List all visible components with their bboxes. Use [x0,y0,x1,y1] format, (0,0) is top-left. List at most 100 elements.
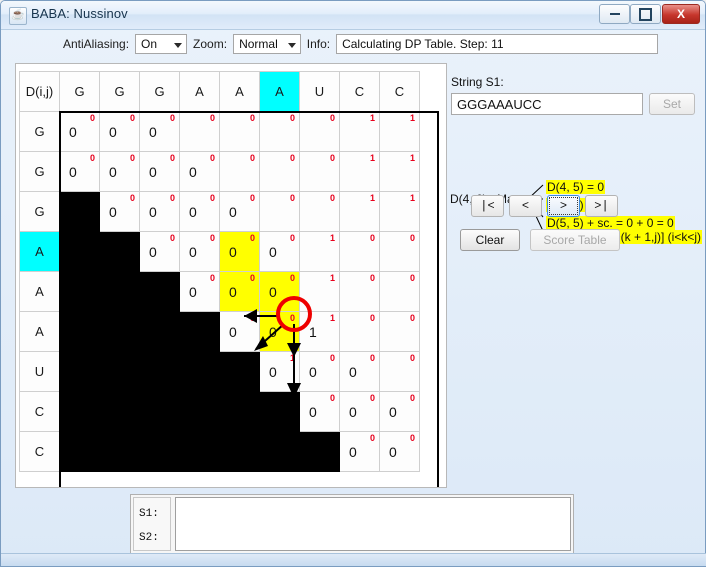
table-cell-8-8[interactable]: 00 [379,431,420,472]
table-cell-4-8[interactable]: 0 [379,271,420,312]
table-cell-3-6[interactable]: 1 [299,231,340,272]
table-cell-0-8[interactable]: 1 [379,111,420,152]
table-cell-8-4[interactable] [219,431,260,472]
table-cell-1-4[interactable]: 0 [219,151,260,192]
table-cell-4-2[interactable] [139,271,180,312]
table-cell-3-5[interactable]: 00 [259,231,300,272]
table-cell-7-2[interactable] [139,391,180,432]
table-cell-3-3[interactable]: 00 [179,231,220,272]
table-cell-1-3[interactable]: 00 [179,151,220,192]
sequence-output-area[interactable] [175,497,571,551]
table-cell-1-6[interactable]: 0 [299,151,340,192]
table-cell-0-3[interactable]: 0 [179,111,220,152]
clear-button[interactable]: Clear [460,229,520,251]
table-cell-3-1[interactable] [99,231,140,272]
column-header-3[interactable]: A [179,71,220,112]
table-cell-2-8[interactable]: 1 [379,191,420,232]
table-cell-4-1[interactable] [99,271,140,312]
table-cell-6-2[interactable] [139,351,180,392]
table-cell-5-1[interactable] [99,311,140,352]
table-cell-7-7[interactable]: 00 [339,391,380,432]
table-cell-6-6[interactable]: 00 [299,351,340,392]
table-cell-2-3[interactable]: 00 [179,191,220,232]
row-header-0[interactable]: G [19,111,60,152]
table-cell-8-7[interactable]: 00 [339,431,380,472]
column-header-6[interactable]: U [299,71,340,112]
table-cell-7-8[interactable]: 00 [379,391,420,432]
table-cell-7-5[interactable] [259,391,300,432]
table-cell-6-3[interactable] [179,351,220,392]
table-cell-5-5[interactable]: 00 [259,311,300,352]
table-cell-5-4[interactable]: 00 [219,311,260,352]
table-cell-1-0[interactable]: 00 [59,151,100,192]
table-cell-3-7[interactable]: 0 [339,231,380,272]
table-cell-2-1[interactable]: 00 [99,191,140,232]
table-cell-4-7[interactable]: 0 [339,271,380,312]
table-cell-2-6[interactable]: 0 [299,191,340,232]
table-cell-6-8[interactable]: 0 [379,351,420,392]
table-cell-2-5[interactable]: 0 [259,191,300,232]
table-cell-7-3[interactable] [179,391,220,432]
nav-first-button[interactable]: |< [471,195,504,217]
table-cell-7-6[interactable]: 00 [299,391,340,432]
row-header-1[interactable]: G [19,151,60,192]
table-cell-5-7[interactable]: 0 [339,311,380,352]
string-s1-input[interactable]: GGGAAAUCC [451,93,643,115]
table-cell-8-6[interactable] [299,431,340,472]
table-cell-4-0[interactable] [59,271,100,312]
table-cell-6-5[interactable]: 01 [259,351,300,392]
table-cell-0-0[interactable]: 00 [59,111,100,152]
table-cell-0-5[interactable]: 0 [259,111,300,152]
table-cell-6-4[interactable] [219,351,260,392]
dp-table[interactable]: D(i,j) G G G A A A U C C G 0 0 0 0 0 0 0 0 0 0 1 1 G 0 0 0 0 0 0 0 0 0 0 0… [19,71,420,472]
table-cell-1-5[interactable]: 0 [259,151,300,192]
maximize-button[interactable] [630,4,661,24]
table-cell-0-6[interactable]: 0 [299,111,340,152]
table-cell-8-5[interactable] [259,431,300,472]
table-cell-8-1[interactable] [99,431,140,472]
row-header-3[interactable]: A [19,231,60,272]
set-button[interactable]: Set [649,93,695,115]
nav-prev-button[interactable]: < [509,195,542,217]
column-header-4[interactable]: A [219,71,260,112]
table-cell-6-7[interactable]: 00 [339,351,380,392]
table-cell-5-2[interactable] [139,311,180,352]
row-header-7[interactable]: C [19,391,60,432]
minimize-button[interactable] [599,4,630,24]
row-header-4[interactable]: A [19,271,60,312]
table-cell-3-4[interactable]: 00 [219,231,260,272]
table-cell-8-2[interactable] [139,431,180,472]
zoom-select[interactable]: Normal [233,34,301,54]
table-cell-0-2[interactable]: 00 [139,111,180,152]
column-header-5[interactable]: A [259,71,300,112]
row-header-2[interactable]: G [19,191,60,232]
table-cell-7-0[interactable] [59,391,100,432]
nav-next-button[interactable]: > [547,195,580,217]
table-cell-5-0[interactable] [59,311,100,352]
table-cell-8-0[interactable] [59,431,100,472]
table-cell-5-6[interactable]: 11 [299,311,340,352]
table-cell-2-2[interactable]: 00 [139,191,180,232]
table-cell-2-0[interactable] [59,191,100,232]
column-header-8[interactable]: C [379,71,420,112]
table-cell-0-1[interactable]: 00 [99,111,140,152]
row-header-6[interactable]: U [19,351,60,392]
table-cell-0-7[interactable]: 1 [339,111,380,152]
table-cell-4-4[interactable]: 00 [219,271,260,312]
column-header-0[interactable]: G [59,71,100,112]
table-cell-1-7[interactable]: 1 [339,151,380,192]
table-cell-4-6[interactable]: 1 [299,271,340,312]
row-header-8[interactable]: C [19,431,60,472]
table-cell-5-8[interactable]: 0 [379,311,420,352]
close-button[interactable]: X [662,4,700,24]
column-header-2[interactable]: G [139,71,180,112]
table-cell-1-8[interactable]: 1 [379,151,420,192]
table-cell-7-4[interactable] [219,391,260,432]
column-header-7[interactable]: C [339,71,380,112]
table-cell-1-1[interactable]: 00 [99,151,140,192]
column-header-1[interactable]: G [99,71,140,112]
table-cell-4-3[interactable]: 00 [179,271,220,312]
table-cell-5-3[interactable] [179,311,220,352]
table-cell-3-0[interactable] [59,231,100,272]
table-cell-4-5[interactable]: 00 [259,271,300,312]
